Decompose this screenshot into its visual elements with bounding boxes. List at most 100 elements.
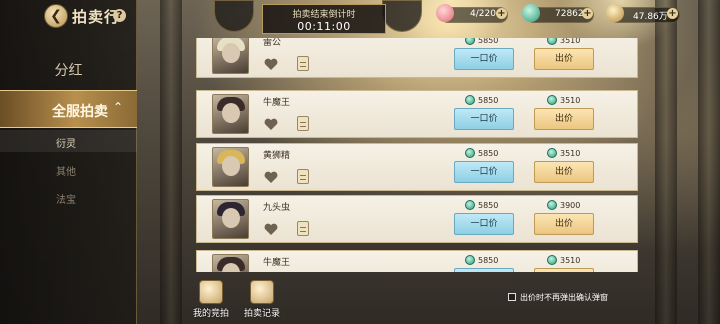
top-ornament (214, 0, 254, 32)
favorite-heart-icon[interactable] (264, 58, 278, 70)
detail-scroll-icon[interactable] (297, 56, 309, 71)
auction-row: 黄狮精 5850 3510 一口价 出价 (196, 143, 638, 191)
character-portrait[interactable] (212, 94, 249, 134)
background-pillar (698, 0, 720, 324)
background-pillar (655, 0, 677, 324)
auction-row: 牛魔王 5850 3510 一口价 出价 (196, 250, 638, 272)
buyout-price: 5850 (465, 95, 498, 105)
skip-confirm-label: 出价时不再弹出确认弹窗 (520, 293, 608, 302)
bid-button[interactable]: 出价 (534, 108, 594, 130)
skip-confirm-option[interactable]: 出价时不再弹出确认弹窗 (508, 292, 608, 303)
portrait-face (222, 43, 240, 63)
skip-confirm-checkbox[interactable] (508, 293, 516, 301)
my-bids-button[interactable]: 我的竞拍 (188, 280, 234, 322)
background-pillar (160, 0, 182, 324)
jade-icon (465, 95, 475, 105)
add-stamina-button[interactable]: + (496, 8, 507, 19)
jade-value: 72862 (555, 9, 584, 19)
sub-item-yanling[interactable]: 衍灵 (56, 135, 76, 150)
bid-price: 3510 (547, 255, 580, 265)
portrait-face (222, 156, 240, 176)
portrait-face (222, 103, 240, 123)
sidebar-item-dividend[interactable]: 分红 (0, 60, 137, 80)
gavel-icon (199, 280, 223, 304)
bid-price: 3510 (547, 148, 580, 158)
favorite-heart-icon[interactable] (264, 118, 278, 130)
bid-button[interactable]: 出价 (534, 268, 594, 272)
my-bids-label: 我的竞拍 (192, 309, 229, 319)
jade-icon (547, 38, 557, 45)
bid-price-value: 3510 (560, 38, 581, 45)
back-arrow-icon: ❮ (50, 8, 62, 24)
bid-price: 3510 (547, 95, 580, 105)
character-name: 九头虫 (263, 203, 291, 213)
character-portrait[interactable] (212, 254, 249, 272)
jade-icon (465, 38, 475, 45)
character-name: 牛魔王 (263, 98, 291, 108)
sub-item-treasure[interactable]: 法宝 (56, 191, 76, 206)
buyout-button[interactable]: 一口价 (454, 108, 514, 130)
buyout-price-value: 5850 (478, 149, 499, 158)
auction-row: 九头虫 5850 3900 一口价 出价 (196, 195, 638, 243)
sidebar-item-server-auction[interactable]: 全服拍卖 ⌃ (0, 90, 137, 128)
auction-records-button[interactable]: 拍卖记录 (239, 280, 285, 322)
sidebar: ❮ 拍卖行 ? 分红 全服拍卖 ⌃ 衍灵 其他 法宝 (0, 0, 137, 324)
jade-icon (465, 148, 475, 158)
help-button[interactable]: ? (113, 9, 126, 22)
coin-icon (606, 4, 624, 22)
buyout-price: 5850 (465, 148, 498, 158)
favorite-heart-icon[interactable] (264, 223, 278, 235)
bid-button[interactable]: 出价 (534, 161, 594, 183)
jade-icon (547, 148, 557, 158)
sidebar-item-label: 全服拍卖 (52, 104, 108, 120)
buyout-price: 5850 (465, 255, 498, 265)
jade-icon (465, 200, 475, 210)
character-name: 雷公 (263, 38, 282, 48)
character-portrait[interactable] (212, 199, 249, 239)
jade-icon (547, 200, 557, 210)
buyout-button[interactable]: 一口价 (454, 268, 514, 272)
stamina-value: 4/220 (470, 9, 496, 19)
bid-price: 3510 (547, 38, 580, 45)
jade-icon (547, 255, 557, 265)
buyout-price-value: 5850 (478, 38, 499, 45)
coin-value: 47.86万 (633, 12, 668, 22)
jade-icon (465, 255, 475, 265)
auction-row: 雷公 5850 3510 一口价 出价 (196, 38, 638, 78)
character-portrait[interactable] (212, 38, 249, 74)
countdown-label: 拍卖结束倒计时 (292, 10, 356, 20)
buyout-price: 5850 (465, 200, 498, 210)
detail-scroll-icon[interactable] (297, 221, 309, 236)
detail-scroll-icon[interactable] (297, 169, 309, 184)
bid-button[interactable]: 出价 (534, 213, 594, 235)
buyout-price: 5850 (465, 38, 498, 45)
auction-list[interactable]: 雷公 5850 3510 一口价 出价 牛魔王 5850 3510 一口价 出价 (196, 38, 638, 272)
bid-price: 3900 (547, 200, 580, 210)
add-coin-button[interactable]: + (667, 8, 678, 19)
portrait-face (222, 208, 240, 228)
add-jade-button[interactable]: + (582, 8, 593, 19)
character-name: 牛魔王 (263, 258, 291, 268)
character-portrait[interactable] (212, 147, 249, 187)
bid-button[interactable]: 出价 (534, 48, 594, 70)
buyout-button[interactable]: 一口价 (454, 213, 514, 235)
buyout-button[interactable]: 一口价 (454, 48, 514, 70)
character-name: 黄狮精 (263, 151, 291, 161)
detail-scroll-icon[interactable] (297, 116, 309, 131)
bid-price-value: 3900 (560, 201, 581, 210)
sub-item-other[interactable]: 其他 (56, 163, 76, 178)
chevron-up-icon: ⌃ (113, 100, 124, 114)
auction-row: 牛魔王 5850 3510 一口价 出价 (196, 90, 638, 138)
buyout-price-value: 5850 (478, 256, 499, 265)
record-scroll-icon (250, 280, 274, 304)
buyout-price-value: 5850 (478, 201, 499, 210)
bid-price-value: 3510 (560, 96, 581, 105)
buyout-price-value: 5850 (478, 96, 499, 105)
records-label: 拍卖记录 (243, 309, 280, 319)
bid-price-value: 3510 (560, 149, 581, 158)
buyout-button[interactable]: 一口价 (454, 161, 514, 183)
peach-icon (436, 4, 454, 22)
back-button[interactable]: ❮ (44, 4, 68, 28)
countdown-value: 00:11:00 (297, 20, 351, 33)
favorite-heart-icon[interactable] (264, 171, 278, 183)
